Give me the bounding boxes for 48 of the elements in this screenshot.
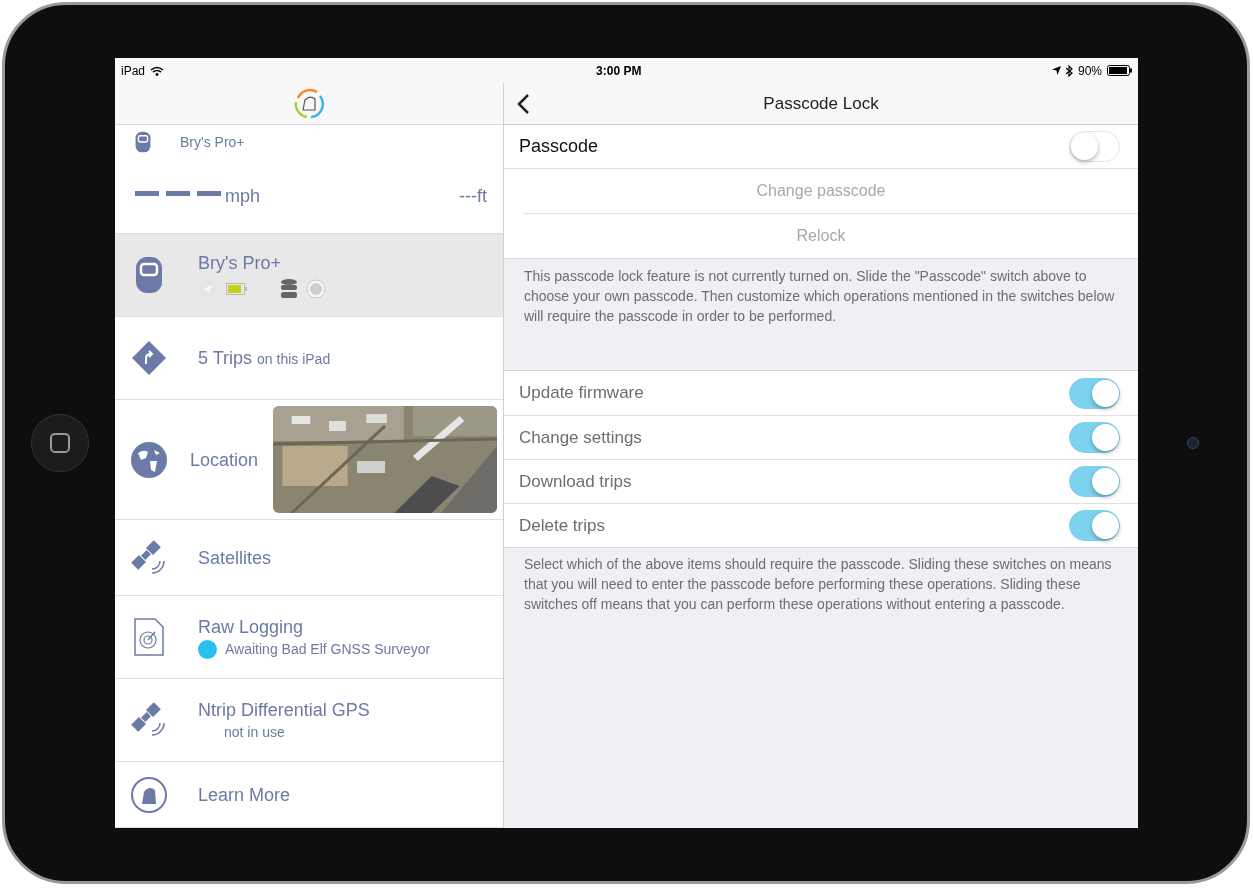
satellite-icon — [130, 701, 168, 739]
item-title: 5 Trips — [198, 346, 253, 370]
passcode-label: Passcode — [519, 135, 599, 158]
toggle-switch[interactable] — [1069, 131, 1120, 162]
item-title: Bry's Pro+ — [198, 252, 282, 275]
item-title: Location — [190, 448, 259, 472]
toggle-switch[interactable] — [1069, 510, 1120, 541]
item-detail: Awaiting Bad Elf GNSS Surveyor — [225, 639, 431, 659]
clock: 3:00 PM — [596, 62, 642, 80]
item-detail: on this iPad — [257, 349, 331, 369]
toggle-switch[interactable] — [1069, 466, 1120, 497]
globe-icon — [130, 440, 168, 479]
footer-text: Select which of the above items should require the passcode. Sliding these switches on means that you will need to enter the passcode before performing these operations. Sliding these switches off means that you can perform these operations without entering a passcode. — [523, 555, 1113, 614]
carrier-label: iPad — [121, 62, 146, 80]
toggle-switch[interactable] — [1069, 377, 1120, 409]
satellite-icon — [130, 538, 168, 577]
document-target-icon — [133, 618, 165, 656]
device-name: Bry's Pro+ — [180, 132, 245, 152]
device-icon — [135, 256, 163, 294]
device-icon — [135, 131, 151, 153]
battery-percent: 90% — [1077, 62, 1102, 80]
info-text: This passcode lock feature is not currently turned on. Slide the "Passcode" switch above to choose your own passcode. Then customize which operations mentioned in the switches below will require the passcode in order to be performed. — [523, 267, 1116, 326]
operation-label: Delete trips — [519, 514, 605, 537]
operation-label: Update firmware — [519, 382, 644, 405]
nav-title: Passcode Lock — [763, 92, 879, 115]
item-title: Raw Logging — [198, 615, 305, 639]
camera-icon — [1186, 437, 1199, 449]
speed-unit: mph — [225, 185, 260, 208]
toggle-switch[interactable] — [1069, 422, 1120, 453]
sidebar-item[interactable]: Bry's Pro+ — [115, 234, 503, 317]
location-arrow-icon — [1051, 66, 1061, 75]
database-icon — [280, 279, 298, 299]
operation-label: Download trips — [519, 470, 632, 493]
item-detail: not in use — [223, 722, 286, 742]
logo-circle-icon — [130, 775, 168, 814]
item-title: Learn More — [198, 783, 291, 807]
item-title: Ntrip Differential GPS — [198, 698, 370, 722]
battery-icon — [1107, 65, 1132, 76]
speed-placeholder-icon — [135, 191, 221, 196]
wifi-icon — [150, 65, 165, 76]
app-logo-icon — [293, 87, 325, 120]
bluetooth-icon — [1065, 64, 1073, 77]
battery-icon — [226, 283, 248, 295]
operation-label: Change settings — [519, 426, 642, 449]
circle-icon — [306, 279, 326, 299]
back-chevron-icon[interactable] — [516, 92, 530, 115]
item-title: Satellites — [198, 546, 272, 570]
altitude-value: ---ft — [459, 185, 487, 208]
